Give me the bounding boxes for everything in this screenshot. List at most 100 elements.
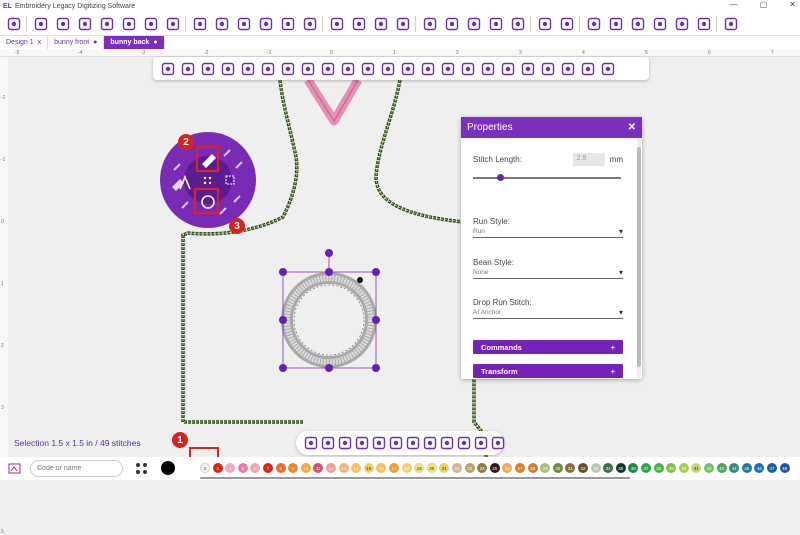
shape-pick-icon[interactable] (440, 61, 456, 77)
thread-swatch[interactable]: 27 (515, 463, 525, 473)
thread-swatch[interactable]: 30 (552, 463, 563, 473)
grid-dots-icon[interactable] (203, 176, 212, 185)
fill-icon[interactable] (372, 436, 386, 451)
crop-icon[interactable] (225, 175, 235, 185)
group-icon[interactable] (328, 15, 345, 32)
thread-icon[interactable] (32, 15, 49, 32)
thread-swatch[interactable]: 26 (502, 463, 513, 473)
resize-handle[interactable] (372, 268, 380, 276)
node-select-icon[interactable] (180, 61, 196, 77)
image-frame-icon[interactable] (600, 61, 616, 77)
resize-handle[interactable] (372, 364, 380, 372)
transform-button[interactable]: Transform + (473, 364, 623, 378)
folder-icon[interactable] (340, 61, 356, 77)
export-icon[interactable] (120, 15, 137, 32)
thread-swatch[interactable]: 12 (326, 463, 336, 473)
palette-menu-icon[interactable] (8, 462, 22, 475)
auto-digitize-icon[interactable] (520, 61, 536, 77)
star-outline-icon[interactable] (457, 436, 471, 451)
minimize-button[interactable]: — (730, 0, 738, 9)
bean-stitch-icon[interactable] (338, 436, 352, 451)
reset-icon[interactable] (491, 436, 505, 451)
resize-handle[interactable] (279, 316, 287, 324)
thread-swatch[interactable]: 35 (615, 463, 626, 473)
save-icon[interactable] (76, 15, 93, 32)
thread-swatch[interactable]: 47 (767, 463, 777, 473)
ring-satin-shape[interactable] (281, 272, 377, 368)
stitch-length-slider[interactable] (473, 174, 621, 181)
star-icon[interactable] (406, 436, 420, 451)
rotate-handle[interactable] (325, 249, 333, 257)
thread-swatch[interactable]: 4 (225, 463, 236, 473)
thread-swatch[interactable]: 45 (741, 463, 752, 473)
thread-swatch[interactable]: 23 (464, 463, 475, 473)
thread-swatch[interactable]: 5 (237, 463, 248, 473)
drop-run-dropdown[interactable]: At Anchor ▾ (473, 307, 623, 319)
thread-swatch[interactable]: 19 (414, 463, 425, 473)
convert-icon[interactable] (540, 61, 556, 77)
resize-handle[interactable] (279, 364, 287, 372)
feather-icon[interactable] (440, 436, 454, 451)
photo-stitch-icon[interactable] (580, 61, 596, 77)
thread-swatch[interactable]: 36 (628, 463, 639, 473)
thread-swatch[interactable]: 42 (704, 463, 714, 473)
thread-swatch[interactable]: 43 (716, 463, 727, 473)
run-style-dropdown[interactable]: Run ▾ (473, 226, 623, 238)
tab-close-icon[interactable]: x (38, 39, 42, 46)
thread-swatch[interactable]: 15 (363, 463, 374, 473)
select-icon[interactable] (160, 61, 176, 77)
lock-icon[interactable] (629, 15, 646, 32)
resize-handle[interactable] (325, 268, 333, 276)
thread-swatch[interactable]: 37 (641, 463, 651, 473)
thread-swatch[interactable]: 28 (527, 463, 538, 473)
flip-icon[interactable] (394, 15, 411, 32)
tab-bunny-back[interactable]: bunny back ● (104, 36, 165, 49)
cut-icon[interactable] (235, 15, 252, 32)
distribute-icon[interactable] (487, 15, 504, 32)
close-window-button[interactable]: ✕ (789, 0, 796, 9)
texture-icon[interactable] (673, 15, 690, 32)
unlock-icon[interactable] (651, 15, 668, 32)
line-icon[interactable] (400, 61, 416, 77)
mirror-icon[interactable] (372, 15, 389, 32)
design-canvas[interactable] (8, 57, 800, 457)
picture-icon[interactable] (360, 61, 376, 77)
applique-icon[interactable] (500, 61, 516, 77)
grid-icon[interactable] (536, 15, 553, 32)
undo-icon[interactable] (191, 15, 208, 32)
thread-swatch[interactable]: 17 (389, 463, 399, 473)
transform-icon[interactable] (200, 61, 216, 77)
commands-button[interactable]: Commands + (473, 340, 623, 354)
color-wheel-icon[interactable] (722, 15, 739, 32)
thread-swatch[interactable]: 48 (779, 463, 790, 473)
hoop-icon[interactable] (558, 15, 575, 32)
ruler-icon[interactable] (509, 15, 526, 32)
thread-swatch[interactable]: 24 (477, 463, 488, 473)
tab-design-1[interactable]: Design 1 x (0, 36, 49, 49)
stop-icon[interactable] (474, 436, 488, 451)
thread-swatch[interactable]: 3 (212, 463, 223, 473)
thread-swatch[interactable]: 6 (250, 463, 261, 473)
thread-swatch[interactable]: 34 (603, 463, 614, 473)
thread-swatch[interactable]: 14 (351, 463, 362, 473)
copy-icon[interactable] (257, 15, 274, 32)
current-thread-swatch[interactable] (161, 461, 175, 475)
thread-swatch[interactable]: 2 (200, 463, 210, 473)
thread-swatch[interactable]: 44 (729, 463, 740, 473)
monitor-icon[interactable] (240, 61, 256, 77)
print-icon[interactable] (142, 15, 159, 32)
thread-swatch[interactable]: 11 (313, 463, 324, 473)
thread-swatch[interactable]: 39 (666, 463, 677, 473)
redo-icon[interactable] (213, 15, 230, 32)
thread-swatch[interactable]: 20 (426, 463, 437, 473)
thread-swatch[interactable]: 31 (565, 463, 576, 473)
bean-style-dropdown[interactable]: None ▾ (473, 267, 623, 279)
heart-applique[interactable] (304, 77, 362, 126)
3d-view-icon[interactable] (220, 61, 236, 77)
resize-handle[interactable] (279, 268, 287, 276)
thread-swatch[interactable]: 32 (578, 463, 588, 473)
close-icon[interactable]: ✕ (628, 122, 636, 133)
node-add-icon[interactable] (480, 61, 496, 77)
machine-icon[interactable] (164, 15, 181, 32)
triple-run-icon[interactable] (321, 436, 335, 451)
